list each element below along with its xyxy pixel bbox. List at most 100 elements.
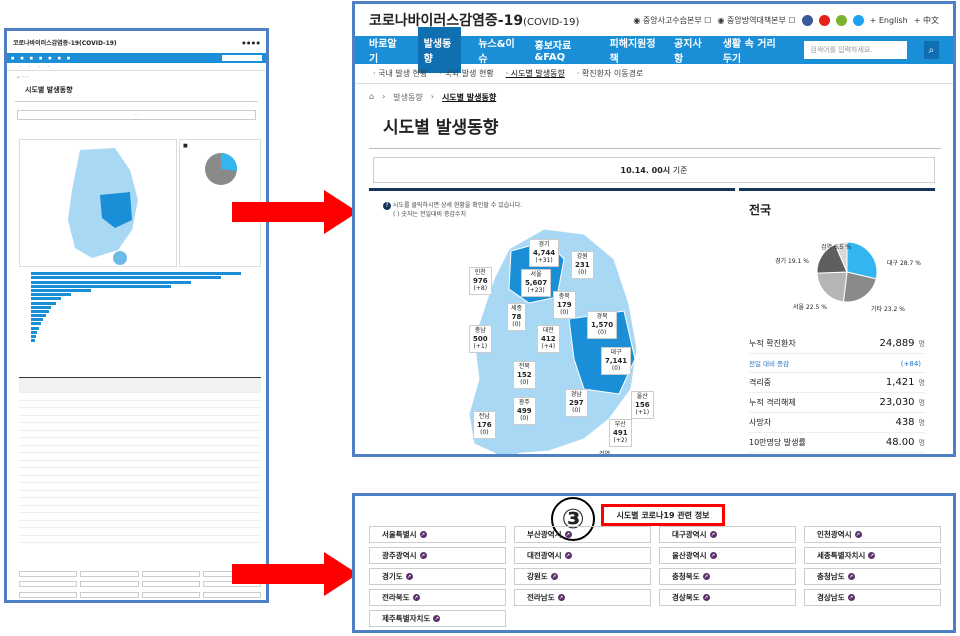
nav-item[interactable]: 뉴스&이슈 <box>478 35 517 65</box>
pie-label-1: 대구 28.7 % <box>887 260 921 267</box>
region-link-button[interactable]: 전라남도 ↗ <box>514 589 651 606</box>
blog-icon[interactable] <box>835 14 847 26</box>
related-title: 시도별 코로나19 관련 정보 <box>601 504 725 526</box>
region-label-14[interactable]: 울산 156 (+1) <box>631 391 654 419</box>
nav-item[interactable]: 공지사항 <box>674 35 706 65</box>
breadcrumb: ⌂ › 발생동향 › 시도별 발생동향 <box>369 92 497 103</box>
nav-item[interactable]: 홍보자료&FAQ <box>535 37 593 63</box>
pie-label-2: 기타 23.2 % <box>871 306 905 313</box>
region-label-10[interactable]: 대구 7,141 (0) <box>601 347 632 375</box>
thumb-title: 시도별 발생동향 <box>15 83 258 102</box>
nav-item[interactable]: 바로알기 <box>369 35 401 65</box>
search-icon[interactable]: ⌕ <box>923 41 939 59</box>
region-label-2[interactable]: 강원 231 (0) <box>571 251 594 279</box>
page-thumbnail: 코로나바이러스감염증-19(COVID-19) ● ● ● ● ■ ■ ■ ■ ■ ■ ■ … <box>4 28 269 603</box>
nav-item-active[interactable]: 발생동향 <box>417 27 462 73</box>
thumb-logo: 코로나바이러스감염증-19(COVID-19) <box>13 39 117 47</box>
header-link-central[interactable]: ◉ 중앙사고수습본부 ☐ <box>633 15 711 26</box>
external-link-icon: ↗ <box>419 552 427 559</box>
national-summary: 전국 대구 28.7 % 기타 23.2 % 서울 22.5 % 경기 19.1 % 검… <box>739 188 935 454</box>
home-icon[interactable]: ⌂ <box>369 92 374 103</box>
main-nav: 바로알기 발생동향 뉴스&이슈 홍보자료&FAQ 피해지원정책 공지사항 생활 … <box>355 27 953 73</box>
youtube-icon[interactable] <box>818 14 830 26</box>
region-link-button[interactable]: 세종특별자치시 ↗ <box>804 547 941 564</box>
region-label-6[interactable]: 세종 78 (0) <box>507 303 527 331</box>
region-label-12[interactable]: 광주 499 (0) <box>513 397 536 425</box>
korea-map-panel: ? 시도를 클릭하시면 상세 현황을 확인할 수 있습니다. ( ) 숫자는 전… <box>369 188 735 457</box>
help-icon: ? <box>383 202 391 210</box>
search-input[interactable]: 검색어를 입력하세요. <box>804 41 907 59</box>
subnav-item[interactable]: · 확진환자 이동경로 <box>577 68 644 79</box>
stat-row: 10만명당 발생률 48.00 명 <box>749 433 925 453</box>
thumb-map <box>19 139 177 267</box>
external-link-icon: ↗ <box>433 615 441 622</box>
region-label-9[interactable]: 대전 412 (+4) <box>537 325 560 353</box>
region-link-button[interactable]: 부산광역시 ↗ <box>514 526 651 543</box>
related-links: 서울특별시 ↗ 부산광역시 ↗ 대구광역시 ↗ 인천광역시 ↗ 광주광역시 ↗ 대전광역시 ↗ 울산광역… <box>369 526 941 627</box>
region-label-1[interactable]: 경기 4,744 (+31) <box>529 239 560 267</box>
subnav-item[interactable]: · 국내 발생 현황 <box>373 68 427 79</box>
region-link-button[interactable]: 경상북도 ↗ <box>659 589 796 606</box>
quarantine-label: 검역 <box>599 451 611 457</box>
region-link-button[interactable]: 대구광역시 ↗ <box>659 526 796 543</box>
arrow-to-bottom <box>232 552 358 596</box>
arrow-to-top <box>232 190 358 234</box>
nav-item[interactable]: 피해지원정책 <box>610 35 658 65</box>
pie-slice-3 <box>816 271 848 303</box>
region-link-button[interactable]: 충청남도 ↗ <box>804 568 941 585</box>
region-link-button[interactable]: 광주광역시 ↗ <box>369 547 506 564</box>
region-link-button[interactable]: 경기도 ↗ <box>369 568 506 585</box>
thumb-header-links: ● ● ● ● <box>242 39 260 45</box>
thumb-date: · · <box>17 110 256 120</box>
external-link-icon: ↗ <box>868 552 876 559</box>
external-link-icon: ↗ <box>557 594 565 601</box>
region-link-button[interactable]: 제주특별자치도 ↗ <box>369 610 506 627</box>
region-label-13[interactable]: 경남 297 (0) <box>565 389 588 417</box>
region-link-button[interactable]: 인천광역시 ↗ <box>804 526 941 543</box>
external-link-icon: ↗ <box>847 573 855 580</box>
stat-row: 누적 격리해제 23,030 명 <box>749 393 925 413</box>
region-label-11[interactable]: 전북 152 (0) <box>513 361 536 389</box>
region-label-3[interactable]: 인천 976 (+8) <box>469 267 492 295</box>
region-link-button[interactable]: 전라북도 ↗ <box>369 589 506 606</box>
external-link-icon: ↗ <box>702 573 710 580</box>
external-link-icon: ↗ <box>709 552 717 559</box>
header-link-quarantine[interactable]: ◉ 중앙방역대책본부 ☐ <box>717 15 795 26</box>
external-link-icon: ↗ <box>550 573 558 580</box>
stat-row: 전일 대비 증감 (+84) <box>749 354 925 373</box>
thumb-links <box>19 571 261 600</box>
region-label-8[interactable]: 충남 500 (+1) <box>469 325 492 353</box>
region-link-button[interactable]: 충청북도 ↗ <box>659 568 796 585</box>
region-link-button[interactable]: 서울특별시 ↗ <box>369 526 506 543</box>
pie-label-5: 검역 6.5 % <box>821 244 852 251</box>
thumb-bars <box>19 271 261 371</box>
subnav-item[interactable]: · 국외 발생 현황 <box>439 68 493 79</box>
twitter-icon[interactable] <box>852 14 864 26</box>
facebook-icon[interactable] <box>801 14 813 26</box>
region-link-button[interactable]: 대전광역시 ↗ <box>514 547 651 564</box>
external-link-icon: ↗ <box>419 531 427 538</box>
thumb-breadcrumb: ⌂ › ─ › ─ <box>17 75 29 79</box>
subnav-item-active[interactable]: · 시도별 발생동향 <box>506 68 565 79</box>
breadcrumb-item[interactable]: 발생동향 <box>393 92 422 103</box>
national-stats: 누적 확진환자 24,889 명 전일 대비 증감 (+84) 격리중 1,421 명 누적 격… <box>749 334 925 453</box>
external-link-icon: ↗ <box>564 552 572 559</box>
date-box: 10.14. 00시 기준 <box>373 157 935 183</box>
nav-item[interactable]: 생활 속 거리 두기 <box>723 35 787 65</box>
region-label-7[interactable]: 경북 1,570 (0) <box>587 311 618 339</box>
breadcrumb-current: 시도별 발생동향 <box>441 93 497 102</box>
region-label-5[interactable]: 충북 179 (0) <box>553 291 576 319</box>
thumb-nav: ■ ■ ■ ■ ■ ■ ■ <box>7 53 266 63</box>
external-link-icon: ↗ <box>847 594 855 601</box>
region-link-button[interactable]: 울산광역시 ↗ <box>659 547 796 564</box>
national-title: 전국 <box>749 203 772 217</box>
region-label-4[interactable]: 서울 5,607 (+23) <box>521 269 552 297</box>
site-logo[interactable]: 코로나바이러스감염증-19(COVID-19) <box>369 10 579 30</box>
thumb-search <box>222 55 262 61</box>
region-label-16[interactable]: 부산 491 (+2) <box>609 419 632 447</box>
region-label-15[interactable]: 전남 176 (0) <box>473 411 496 439</box>
region-link-button[interactable]: 경상남도 ↗ <box>804 589 941 606</box>
lang-chinese[interactable]: + 中文 <box>914 15 939 26</box>
region-link-button[interactable]: 강원도 ↗ <box>514 568 651 585</box>
lang-english[interactable]: + English <box>870 16 908 25</box>
